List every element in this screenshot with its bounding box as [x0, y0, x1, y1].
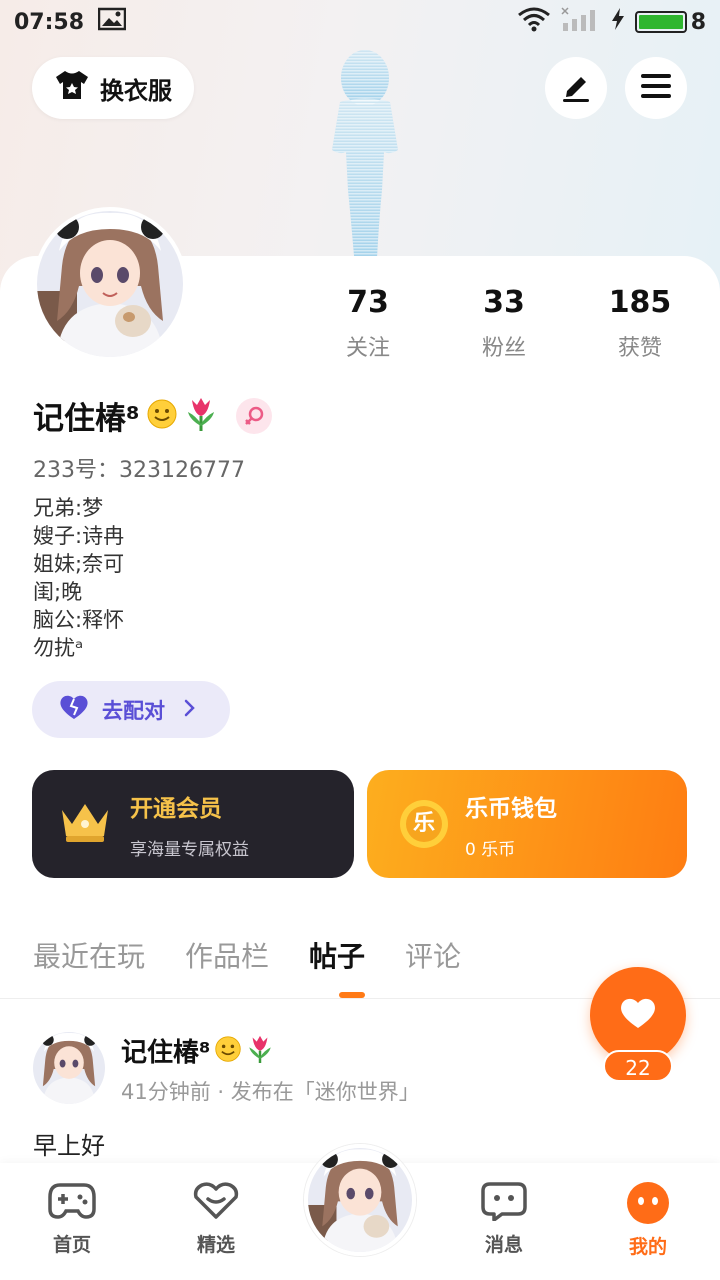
user-id: 233号：323126777: [33, 458, 245, 483]
stat-fans-count: 33: [483, 285, 525, 320]
stat-fans-label: 粉丝: [481, 336, 526, 361]
tab-works[interactable]: 作品栏: [185, 935, 269, 975]
nav-center-avatar[interactable]: [304, 1144, 416, 1256]
tab-recent-played[interactable]: 最近在玩: [33, 935, 145, 975]
stat-fans[interactable]: 33 粉丝: [436, 285, 572, 362]
battery-icon: [634, 11, 687, 33]
bio: 兄弟:梦 嫂子:诗冉 姐妹;奈可 闺;晚 脑公:释怀 勿扰ᵃ: [33, 494, 124, 662]
signal-icon: [561, 6, 601, 38]
gamepad-icon: [48, 1181, 96, 1226]
coin-label: 乐: [412, 811, 435, 836]
change-outfit-label: 换衣服: [100, 76, 172, 105]
tulip-emoji-icon: [184, 396, 218, 436]
edit-profile-button[interactable]: [545, 57, 607, 119]
match-button[interactable]: 去配对: [32, 681, 230, 738]
female-gender-icon: [235, 397, 272, 434]
face-icon: [625, 1181, 671, 1230]
nav-home-label: 首页: [52, 1234, 91, 1256]
wallet-title: 乐币钱包: [465, 795, 557, 822]
stat-likes-label: 获赞: [617, 336, 662, 361]
coin-icon: 乐: [399, 799, 449, 849]
tab-posts[interactable]: 帖子: [309, 935, 365, 975]
vip-subtitle: 享海量专属权益: [130, 839, 249, 860]
nav-messages[interactable]: 消息: [432, 1163, 576, 1280]
nav-featured-label: 精选: [196, 1234, 235, 1256]
tulip-emoji-icon: [246, 1034, 274, 1068]
vip-membership-card[interactable]: 开通会员 享海量专属权益: [32, 770, 354, 878]
nav-me[interactable]: 我的: [576, 1163, 720, 1280]
profile-name: 记住椿⁸: [33, 401, 140, 437]
nav-messages-label: 消息: [484, 1234, 523, 1256]
chat-bubble-icon: [480, 1181, 528, 1226]
status-bar: 07:58 8: [0, 0, 720, 44]
bio-line: 脑公:释怀: [33, 608, 125, 632]
bio-line: 闺;晚: [33, 580, 83, 604]
wifi-icon: [517, 6, 551, 38]
stat-following[interactable]: 73 关注: [300, 285, 436, 362]
vip-title: 开通会员: [130, 795, 222, 822]
tshirt-icon: [54, 69, 90, 107]
gallery-icon: [97, 7, 127, 37]
wallet-card[interactable]: 乐 乐币钱包 0 乐币: [367, 770, 687, 878]
change-outfit-button[interactable]: 换衣服: [32, 57, 194, 119]
stat-following-count: 73: [347, 285, 389, 320]
crown-icon: [58, 800, 112, 848]
charging-icon: [611, 7, 625, 37]
nav-home[interactable]: 首页: [0, 1163, 144, 1280]
post-author-avatar[interactable]: [33, 1032, 105, 1104]
profile-stats: 73 关注 33 粉丝 185 获赞: [300, 285, 720, 362]
post-text[interactable]: 早上好: [33, 1126, 105, 1161]
nav-featured[interactable]: 精选: [144, 1163, 288, 1280]
heart-icon: [58, 693, 90, 726]
like-button[interactable]: [590, 967, 686, 1063]
post-author-name[interactable]: 记住椿⁸: [121, 1032, 210, 1069]
nav-me-label: 我的: [628, 1236, 667, 1258]
diamond-heart-icon: [192, 1181, 240, 1226]
menu-icon: [640, 72, 672, 104]
content-tabs: 最近在玩 作品栏 帖子 评论: [33, 935, 461, 975]
bio-line: 嫂子:诗冉: [33, 524, 125, 548]
bio-line: 兄弟:梦: [33, 496, 104, 520]
battery-indicator: 8: [634, 9, 706, 35]
profile-avatar[interactable]: [33, 207, 187, 361]
status-time: 07:58: [14, 9, 85, 35]
menu-button[interactable]: [625, 57, 687, 119]
pen-icon: [559, 69, 593, 107]
post-meta: 41分钟前 · 发布在「迷你世界」: [121, 1080, 420, 1104]
stat-likes-count: 185: [608, 285, 672, 320]
stat-following-label: 关注: [345, 336, 390, 361]
avatar-3d-preview[interactable]: [300, 40, 430, 280]
name-row: 记住椿⁸: [33, 393, 272, 438]
like-count: 22: [603, 1050, 673, 1082]
battery-level: 8: [690, 9, 706, 35]
chevron-right-icon: [183, 698, 195, 722]
smiley-emoji-icon: [214, 1035, 242, 1067]
post-author-row: 记住椿⁸: [121, 1032, 274, 1069]
bio-line: 勿扰ᵃ: [33, 636, 84, 660]
wallet-balance: 0 乐币: [465, 839, 516, 860]
heart-icon: [618, 995, 658, 1035]
bio-line: 姐妹;奈可: [33, 552, 125, 576]
smiley-emoji-icon: [146, 398, 178, 434]
match-label: 去配对: [102, 698, 165, 723]
tab-comments[interactable]: 评论: [405, 935, 461, 975]
stat-likes[interactable]: 185 获赞: [572, 285, 708, 362]
